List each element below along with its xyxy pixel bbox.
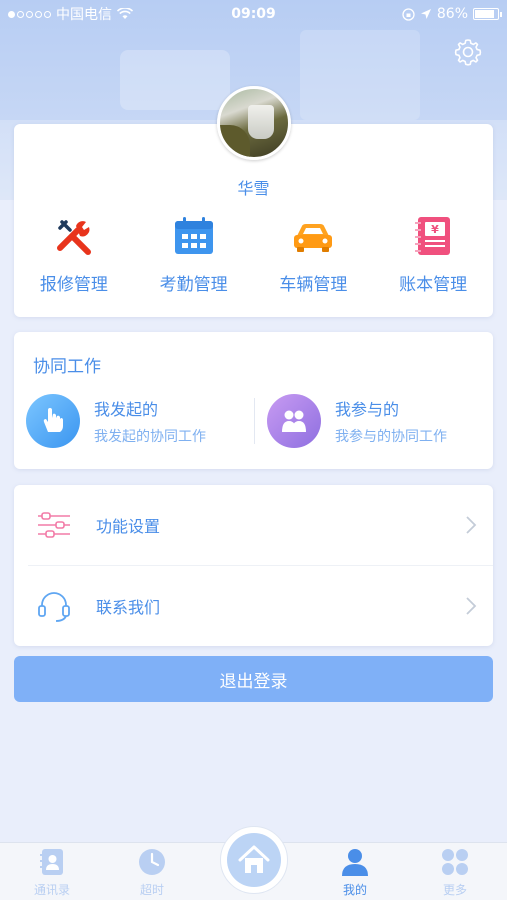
hand-tap-icon (26, 394, 80, 448)
quick-menu: 报修管理 考勤管理 车辆管理 ¥ 账本管理 (14, 214, 493, 295)
battery-icon (473, 8, 502, 20)
settings-label-contact: 联系我们 (96, 598, 161, 617)
contacts-icon (40, 849, 63, 875)
chevron-right-icon (466, 597, 477, 615)
orientation-lock-icon (402, 7, 415, 21)
carrier-name: 中国电信 (56, 7, 112, 23)
settings-label-function: 功能设置 (96, 517, 161, 536)
people-icon (267, 394, 321, 448)
tab-label-mine: 我的 (342, 883, 367, 897)
menu-label-ledger: 账本管理 (399, 275, 468, 295)
menu-label-vehicle: 车辆管理 (279, 275, 348, 295)
menu-label-attendance: 考勤管理 (159, 275, 228, 295)
collab-initiated-subtitle: 我发起的协同工作 (94, 429, 206, 445)
collab-participated-title: 我参与的 (335, 400, 400, 419)
home-button[interactable] (220, 826, 288, 894)
headset-icon (38, 592, 70, 622)
menu-label-repair: 报修管理 (39, 275, 108, 295)
person-icon (342, 849, 368, 876)
collab-initiated[interactable]: 我发起的 我发起的协同工作 (26, 394, 206, 448)
calendar-icon (174, 217, 213, 254)
grid-icon (442, 849, 468, 875)
repair-tools-icon (56, 220, 91, 255)
collab-participated[interactable]: 我参与的 我参与的协同工作 (267, 394, 447, 448)
collab-card: 协同工作 我发起的 我发起的协同工作 我参与的 我参与的协同工作 (14, 332, 493, 469)
collab-divider (254, 398, 255, 444)
avatar[interactable] (217, 86, 291, 160)
wifi-icon (117, 8, 133, 19)
collab-participated-subtitle: 我参与的协同工作 (335, 429, 447, 445)
sliders-icon (38, 512, 70, 538)
svg-text:¥: ¥ (431, 223, 439, 236)
settings-card: 功能设置 联系我们 (14, 485, 493, 646)
tab-more[interactable]: 更多 (415, 847, 495, 898)
location-arrow-icon (420, 9, 431, 19)
tab-contacts[interactable]: 通讯录 (12, 847, 92, 898)
logout-button[interactable]: 退出登录 (14, 656, 493, 702)
home-icon (238, 845, 270, 873)
menu-item-vehicle[interactable]: 车辆管理 (254, 214, 374, 295)
settings-row-function[interactable]: 功能设置 (14, 485, 493, 566)
collab-initiated-title: 我发起的 (94, 400, 159, 419)
settings-gear-icon[interactable] (452, 36, 484, 68)
menu-item-ledger[interactable]: ¥ 账本管理 (373, 214, 493, 295)
chevron-right-icon (466, 516, 477, 534)
status-bar: 中国电信 09:09 86% (0, 0, 507, 28)
tab-mine[interactable]: 我的 (315, 847, 395, 898)
tab-label-contacts: 通讯录 (33, 883, 70, 897)
settings-row-contact[interactable]: 联系我们 (14, 566, 493, 646)
clock-icon (139, 849, 165, 875)
battery-percent: 86% (436, 6, 468, 22)
ledger-icon: ¥ (415, 217, 451, 255)
signal-dots-icon (8, 10, 51, 18)
user-name: 华雪 (237, 179, 270, 198)
tab-label-more: 更多 (442, 883, 467, 897)
menu-item-repair[interactable]: 报修管理 (14, 214, 134, 295)
tab-label-timeout: 超时 (139, 883, 164, 897)
car-icon (294, 224, 333, 252)
tab-timeout[interactable]: 超时 (112, 847, 192, 898)
status-time: 09:09 (231, 6, 276, 22)
collab-title: 协同工作 (33, 357, 101, 377)
menu-item-attendance[interactable]: 考勤管理 (134, 214, 254, 295)
